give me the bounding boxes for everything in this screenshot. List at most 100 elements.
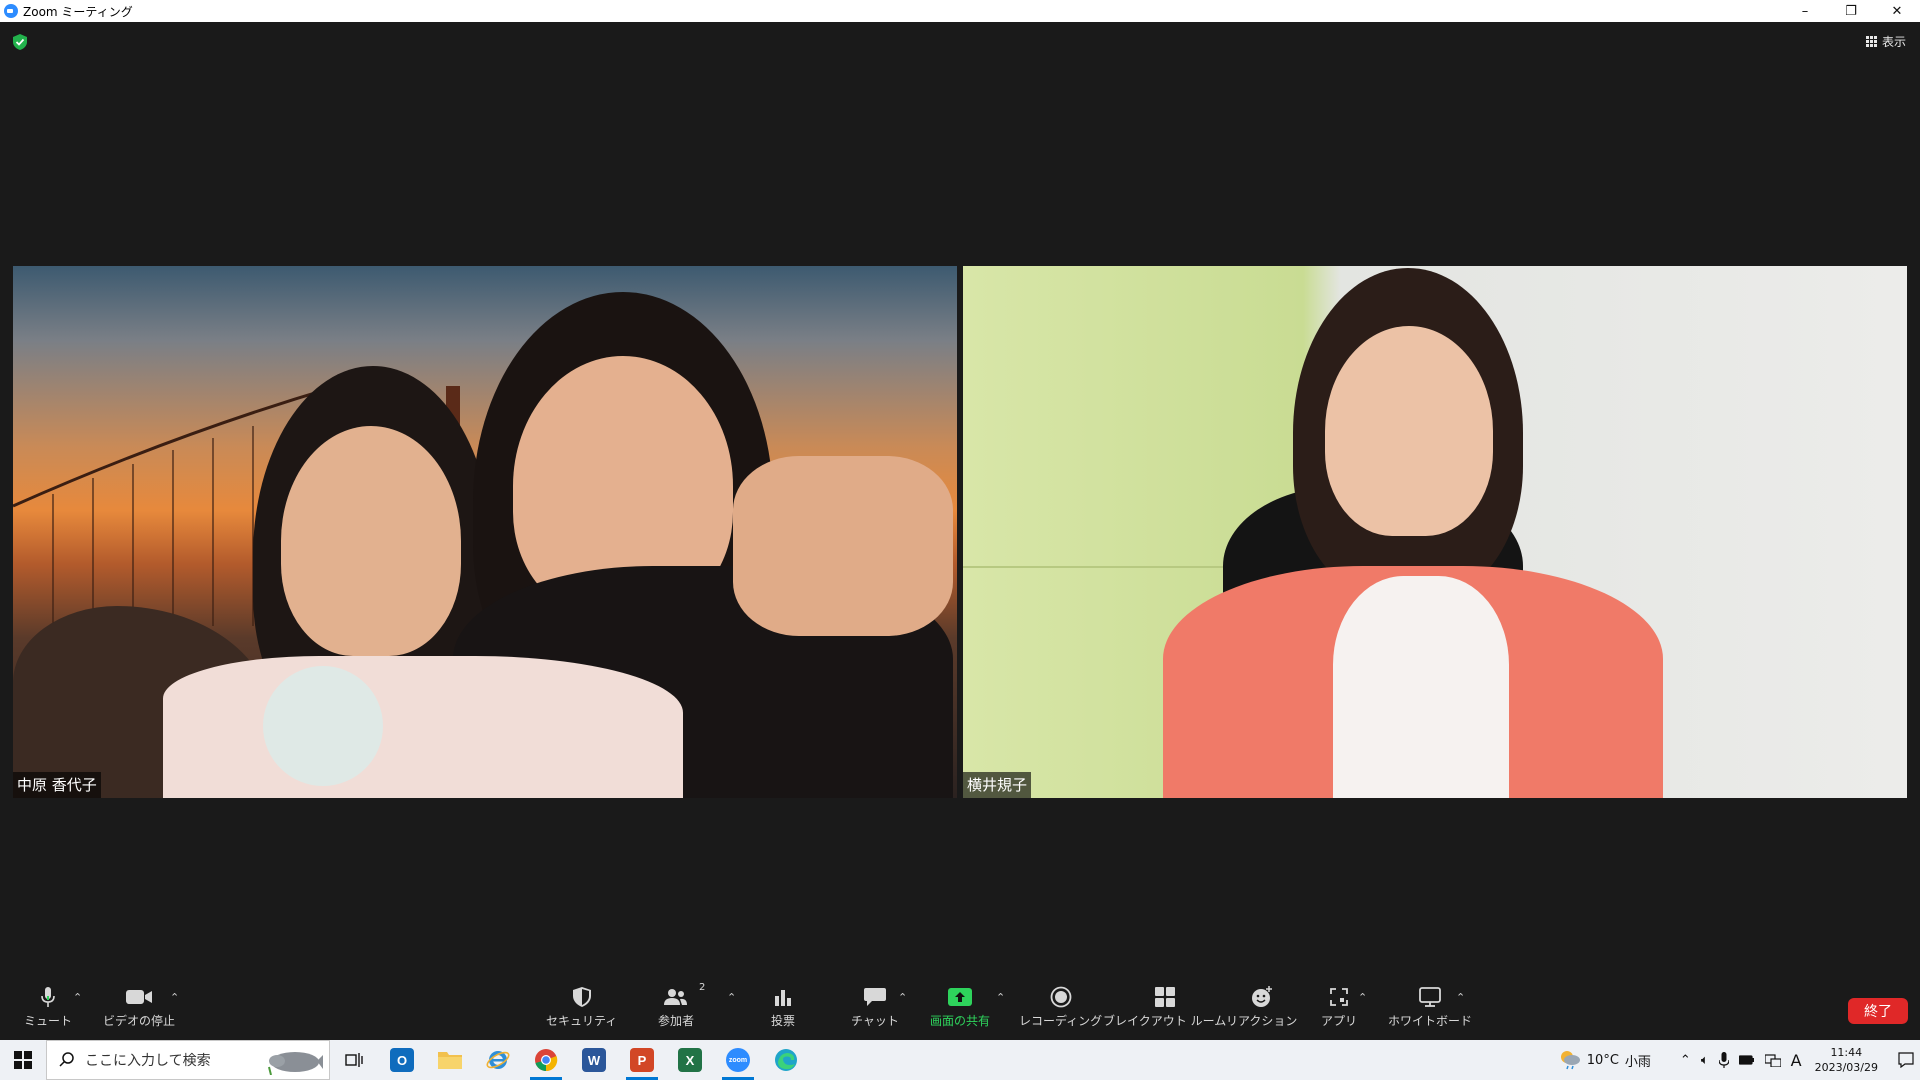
share-screen-icon xyxy=(948,986,972,1008)
breakout-rooms-button[interactable]: ブレイクアウト ルーム xyxy=(1103,986,1226,1029)
recording-label: レコーディング xyxy=(1019,1014,1103,1028)
show-hidden-icons-chevron-icon[interactable]: ⌃ xyxy=(1680,1053,1691,1068)
participants-count: 2 xyxy=(699,982,706,993)
woman-face-image xyxy=(1325,326,1493,536)
manatee-search-highlight-icon xyxy=(268,1052,323,1075)
reactions-label: リアクション xyxy=(1226,1014,1298,1028)
recording-button[interactable]: レコーディング xyxy=(1019,986,1102,1029)
chrome-icon xyxy=(535,1049,558,1072)
breakout-rooms-label: ブレイクアウト ルーム xyxy=(1103,1014,1227,1028)
weather-rain-icon xyxy=(1560,1051,1580,1070)
participants-button[interactable]: 2 参加者 xyxy=(658,982,705,1029)
reactions-button[interactable]: リアクション xyxy=(1226,986,1297,1029)
file-explorer-taskbar-button[interactable] xyxy=(426,1040,474,1080)
edge-taskbar-button[interactable] xyxy=(762,1040,810,1080)
taskbar-clock[interactable]: 11:44 2023/03/29 xyxy=(1815,1045,1878,1075)
grid-view-icon xyxy=(1865,36,1877,47)
internet-explorer-taskbar-button[interactable] xyxy=(474,1040,522,1080)
task-view-button[interactable] xyxy=(330,1040,378,1080)
title-bar: Zoom ミーティング – ❐ ✕ xyxy=(0,0,1920,22)
security-button[interactable]: セキュリティ xyxy=(546,986,617,1029)
network-icon[interactable] xyxy=(1764,1053,1781,1067)
shield-icon xyxy=(572,986,591,1008)
outlook-taskbar-button[interactable]: O xyxy=(378,1040,426,1080)
speaker-icon[interactable]: 🔈︎ xyxy=(1701,1053,1709,1068)
zoom-icon: zoom xyxy=(726,1048,750,1072)
stop-video-label: ビデオの停止 xyxy=(103,1014,176,1028)
apps-label: アプリ xyxy=(1321,1014,1358,1028)
participant-name-label: 横井規子 xyxy=(963,772,1032,798)
search-placeholder: ここに入力して検索 xyxy=(85,1053,211,1069)
zoom-app-icon xyxy=(4,4,18,18)
ime-indicator[interactable]: A xyxy=(1791,1051,1802,1070)
zoom-taskbar-button[interactable]: zoom xyxy=(714,1040,762,1080)
chat-button[interactable]: チャット xyxy=(851,986,899,1029)
powerpoint-icon: P xyxy=(630,1048,654,1072)
clock-time: 11:44 xyxy=(1830,1046,1863,1059)
view-label: 表示 xyxy=(1881,35,1906,49)
windows-taskbar: ここに入力して検索 O W P X zoom 10°C 小雨 ⌃ 🔈︎ A 11… xyxy=(0,1040,1920,1080)
meeting-toolbar: ミュート ⌃ ビデオの停止 ⌃ セキュリティ 2 参加者 ⌃ 投票 チャット ⌃ xyxy=(0,978,1920,1040)
video-camera-icon xyxy=(126,986,152,1008)
start-button[interactable] xyxy=(0,1040,46,1080)
apps-options-caret-icon[interactable]: ⌃ xyxy=(1358,991,1367,1004)
microphone-tray-icon[interactable] xyxy=(1718,1052,1729,1068)
peace-sign-hand-image xyxy=(733,456,953,636)
bar-chart-icon xyxy=(774,986,792,1008)
window-title: Zoom ミーティング xyxy=(23,4,133,19)
microphone-icon xyxy=(40,986,56,1008)
apps-button[interactable]: アプリ xyxy=(1321,986,1357,1029)
chrome-taskbar-button[interactable] xyxy=(522,1040,570,1080)
notification-icon xyxy=(1898,1052,1914,1068)
stop-video-button[interactable]: ビデオの停止 xyxy=(103,986,175,1029)
excel-taskbar-button[interactable]: X xyxy=(666,1040,714,1080)
word-taskbar-button[interactable]: W xyxy=(570,1040,618,1080)
participant-video-tile[interactable]: 中原 香代子 xyxy=(13,266,957,798)
child-sweater-image xyxy=(163,656,683,798)
taskbar-search-box[interactable]: ここに入力して検索 xyxy=(46,1040,330,1080)
windows-logo-icon xyxy=(14,1051,32,1069)
share-screen-button[interactable]: 画面の共有 xyxy=(930,986,990,1029)
share-options-caret-icon[interactable]: ⌃ xyxy=(996,991,1005,1004)
clock-date: 2023/03/29 xyxy=(1814,1061,1878,1074)
end-meeting-button[interactable]: 終了 xyxy=(1848,998,1908,1024)
task-view-icon xyxy=(345,1053,363,1067)
meeting-area: 表示 中原 香代子 横井規子 xyxy=(0,22,1920,978)
weather-condition: 小雨 xyxy=(1624,1054,1651,1070)
share-screen-label: 画面の共有 xyxy=(930,1014,991,1028)
polls-button[interactable]: 投票 xyxy=(771,986,795,1029)
security-label: セキュリティ xyxy=(546,1014,618,1028)
word-icon: W xyxy=(582,1048,606,1072)
view-button[interactable]: 表示 xyxy=(1865,33,1906,50)
chat-bubble-icon xyxy=(863,986,886,1008)
system-tray: 10°C 小雨 ⌃ 🔈︎ A 11:44 2023/03/29 xyxy=(1559,1040,1920,1080)
child-face-image xyxy=(281,426,461,656)
participant-video-tile[interactable]: 横井規子 xyxy=(963,266,1907,798)
chat-label: チャット xyxy=(851,1014,899,1028)
restore-button[interactable]: ❐ xyxy=(1828,0,1874,22)
outlook-icon: O xyxy=(390,1048,414,1072)
encryption-shield-icon[interactable] xyxy=(13,34,27,50)
weather-temperature: 10°C xyxy=(1586,1052,1619,1068)
whiteboard-icon xyxy=(1419,986,1441,1008)
video-options-caret-icon[interactable]: ⌃ xyxy=(170,991,179,1004)
participants-options-caret-icon[interactable]: ⌃ xyxy=(727,991,736,1004)
record-icon xyxy=(1050,986,1072,1008)
folder-icon xyxy=(438,1052,462,1069)
apps-icon xyxy=(1329,986,1349,1008)
battery-icon[interactable] xyxy=(1738,1054,1755,1066)
participant-name-label: 中原 香代子 xyxy=(13,772,101,798)
notification-center-button[interactable] xyxy=(1892,1052,1920,1068)
whiteboard-options-caret-icon[interactable]: ⌃ xyxy=(1456,991,1465,1004)
participants-label: 参加者 xyxy=(658,1014,695,1028)
weather-widget[interactable]: 10°C 小雨 xyxy=(1559,1050,1651,1070)
mute-label: ミュート xyxy=(24,1014,73,1028)
minimize-button[interactable]: – xyxy=(1782,0,1828,22)
powerpoint-taskbar-button[interactable]: P xyxy=(618,1040,666,1080)
close-button[interactable]: ✕ xyxy=(1874,0,1920,22)
participants-icon: 2 xyxy=(663,982,705,1008)
audio-options-caret-icon[interactable]: ⌃ xyxy=(73,991,82,1004)
chat-options-caret-icon[interactable]: ⌃ xyxy=(898,991,907,1004)
mute-button[interactable]: ミュート xyxy=(24,986,72,1029)
excel-icon: X xyxy=(678,1048,702,1072)
